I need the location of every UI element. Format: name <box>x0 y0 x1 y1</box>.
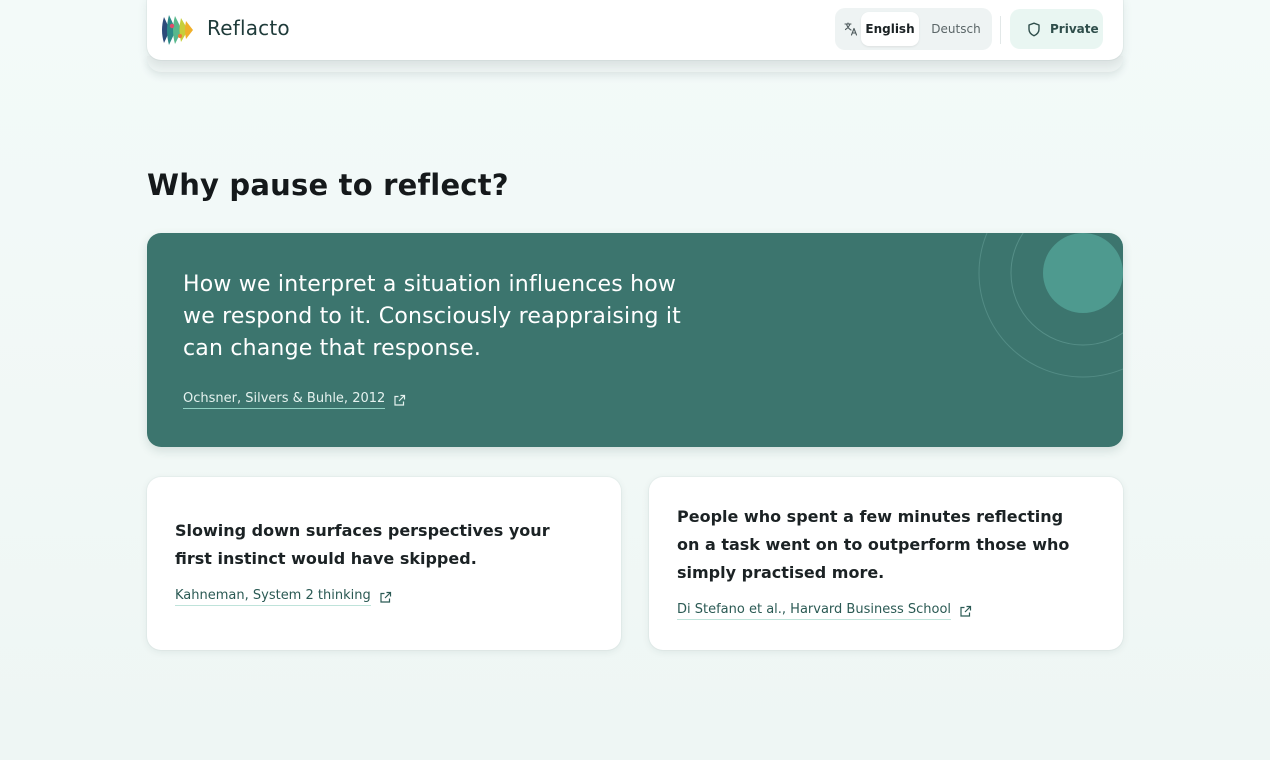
insight-card-citation-text: Kahneman, System 2 thinking <box>175 588 371 606</box>
private-label: Private <box>1050 22 1099 36</box>
insight-card: Slowing down surfaces perspectives your … <box>147 477 621 650</box>
hero-quote-text: How we interpret a situation influences … <box>183 272 681 361</box>
language-option-english[interactable]: English <box>861 12 919 46</box>
header-divider <box>1000 16 1001 44</box>
section-title: Why pause to reflect? <box>147 168 509 202</box>
shield-icon <box>1028 22 1040 36</box>
language-switcher: English Deutsch <box>835 8 992 50</box>
hero-quote-card: How we interpret a situation influences … <box>147 233 1123 447</box>
external-link-icon <box>960 605 972 617</box>
reflacto-logo-icon[interactable] <box>158 13 196 47</box>
translate-icon <box>844 22 858 36</box>
insight-card-citation-link[interactable]: Di Stefano et al., Harvard Business Scho… <box>677 602 972 620</box>
external-link-icon <box>380 591 391 603</box>
decorative-circles <box>978 233 1123 378</box>
insight-card-citation-text: Di Stefano et al., Harvard Business Scho… <box>677 602 952 620</box>
insight-card-text: People who spent a few minutes reflectin… <box>677 507 1070 582</box>
private-mode-button[interactable]: Private <box>1010 9 1103 49</box>
top-bar: Reflacto English Deutsch Private <box>147 0 1123 60</box>
external-link-icon <box>394 394 406 406</box>
language-option-deutsch[interactable]: Deutsch <box>925 12 987 46</box>
hero-citation-link[interactable]: Ochsner, Silvers & Buhle, 2012 <box>183 391 406 409</box>
insight-card-text: Slowing down surfaces perspectives your … <box>175 521 550 568</box>
insight-card: People who spent a few minutes reflectin… <box>649 477 1123 650</box>
brand-name[interactable]: Reflacto <box>207 16 290 40</box>
insight-card-citation-link[interactable]: Kahneman, System 2 thinking <box>175 588 392 606</box>
hero-citation-text: Ochsner, Silvers & Buhle, 2012 <box>183 391 386 409</box>
